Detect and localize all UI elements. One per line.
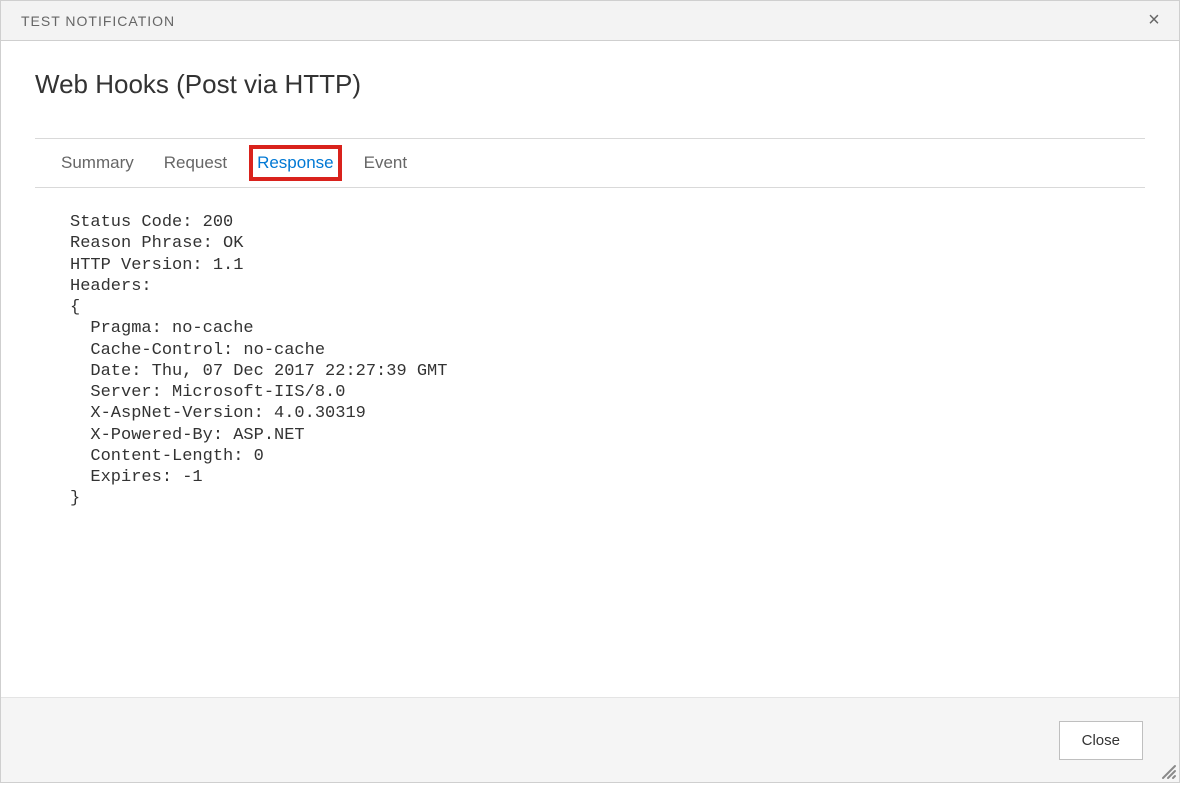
dialog-footer: Close xyxy=(1,697,1179,782)
tabs-container: Summary Request Response Event xyxy=(35,138,1145,188)
dialog-titlebar: TEST NOTIFICATION × xyxy=(1,1,1179,41)
close-button[interactable]: Close xyxy=(1059,721,1143,760)
tab-response[interactable]: Response xyxy=(257,153,334,173)
tab-request[interactable]: Request xyxy=(164,153,227,173)
response-body: Status Code: 200 Reason Phrase: OK HTTP … xyxy=(35,202,1145,510)
close-icon[interactable]: × xyxy=(1139,6,1169,36)
tab-summary[interactable]: Summary xyxy=(61,153,134,173)
page-title: Web Hooks (Post via HTTP) xyxy=(35,69,1145,100)
tabs: Summary Request Response Event xyxy=(35,139,1145,187)
tab-event[interactable]: Event xyxy=(364,153,407,173)
dialog-title: TEST NOTIFICATION xyxy=(21,13,175,29)
test-notification-dialog: TEST NOTIFICATION × Web Hooks (Post via … xyxy=(0,0,1180,783)
dialog-content: Web Hooks (Post via HTTP) Summary Reques… xyxy=(1,41,1179,697)
